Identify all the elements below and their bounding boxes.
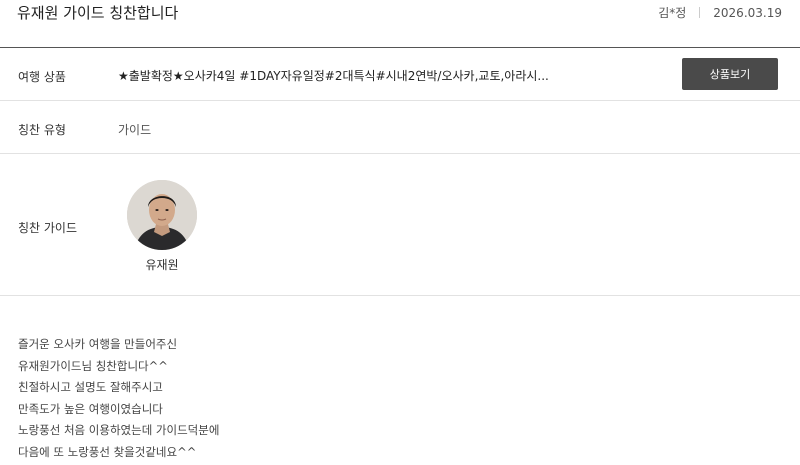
review-meta: 김*정 2026.03.19 [658,4,782,21]
guide-name: 유재원 [145,258,179,272]
product-label: 여행 상품 [18,70,66,84]
review-header: 유재원 가이드 칭찬합니다 김*정 2026.03.19 [0,0,800,48]
praise-guide-label: 칭찬 가이드 [18,221,78,235]
review-detail-page: 유재원 가이드 칭찬합니다 김*정 2026.03.19 여행 상품 ★출발확정… [0,0,800,465]
review-body: 즐거운 오사카 여행을 만들어주신 유재원가이드님 칭찬합니다^^ 친절하시고 … [18,334,219,463]
review-line: 만족도가 높은 여행이였습니다 [18,401,163,416]
product-row: 여행 상품 ★출발확정★오사카4일 #1DAY자유일정#2대특식#시내2연박/오… [0,48,800,101]
praise-type-value: 가이드 [118,123,152,137]
review-line: 노랑풍선 처음 이용하였는데 가이드덕분에 [18,423,220,437]
meta-divider [699,7,701,18]
product-name: ★출발확정★오사카4일 #1DAY자유일정#2대특식#시내2연박/오사카,교토,… [118,69,549,83]
review-line: 유재원가이드님 칭찬합니다^^ [18,358,168,373]
praise-type-row: 칭찬 유형 가이드 [0,101,800,154]
view-product-button[interactable]: 상품보기 [682,58,778,90]
review-line: 다음에 또 노랑풍선 찾을것같네요^^ [18,444,197,459]
guide-photo [127,180,197,250]
review-title: 유재원 가이드 칭찬합니다 [17,4,179,22]
author-name: 김*정 [658,6,687,20]
guide-avatar [127,180,197,250]
review-line: 친절하시고 설명도 잘해주시고 [18,380,163,394]
praise-guide-row: 칭찬 가이드 유재원 [0,154,800,296]
praise-type-label: 칭찬 유형 [18,123,66,137]
review-line: 즐거운 오사카 여행을 만들어주신 [18,337,178,351]
review-date: 2026.03.19 [713,5,782,20]
